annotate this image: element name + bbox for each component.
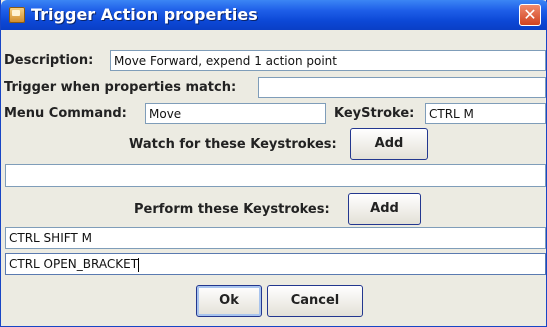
perform-keystroke-field[interactable]: CTRL SHIFT M — [5, 227, 546, 249]
description-label: Description: — [4, 53, 94, 68]
menu-command-label: Menu Command: — [4, 106, 127, 121]
ok-button[interactable]: Ok — [196, 285, 262, 317]
perform-keystroke-value: CTRL OPEN_BRACKET — [9, 257, 139, 271]
text-caret — [138, 257, 140, 272]
trigger-action-dialog: Trigger Action properties ✕ Description:… — [0, 0, 547, 327]
keystroke-label: KeyStroke: — [334, 106, 415, 121]
close-icon: ✕ — [523, 5, 537, 24]
title-bar[interactable]: Trigger Action properties ✕ — [1, 0, 547, 30]
perform-keystrokes-label: Perform these Keystrokes: — [134, 202, 330, 217]
app-icon — [9, 7, 25, 23]
watch-add-button[interactable]: Add — [350, 128, 428, 160]
close-button[interactable]: ✕ — [519, 4, 541, 26]
trigger-properties-field[interactable] — [258, 77, 546, 98]
keystroke-field[interactable]: CTRL M — [425, 103, 546, 124]
trigger-label: Trigger when properties match: — [4, 80, 237, 95]
perform-add-button[interactable]: Add — [348, 193, 421, 225]
window-title: Trigger Action properties — [31, 5, 258, 24]
description-field[interactable]: Move Forward, expend 1 action point — [110, 50, 546, 71]
watch-keystroke-field[interactable] — [5, 164, 546, 187]
perform-keystroke-field[interactable]: CTRL OPEN_BRACKET — [5, 253, 546, 275]
menu-command-field[interactable]: Move — [145, 103, 326, 124]
cancel-button[interactable]: Cancel — [267, 285, 363, 317]
watch-keystrokes-label: Watch for these Keystrokes: — [129, 137, 337, 152]
